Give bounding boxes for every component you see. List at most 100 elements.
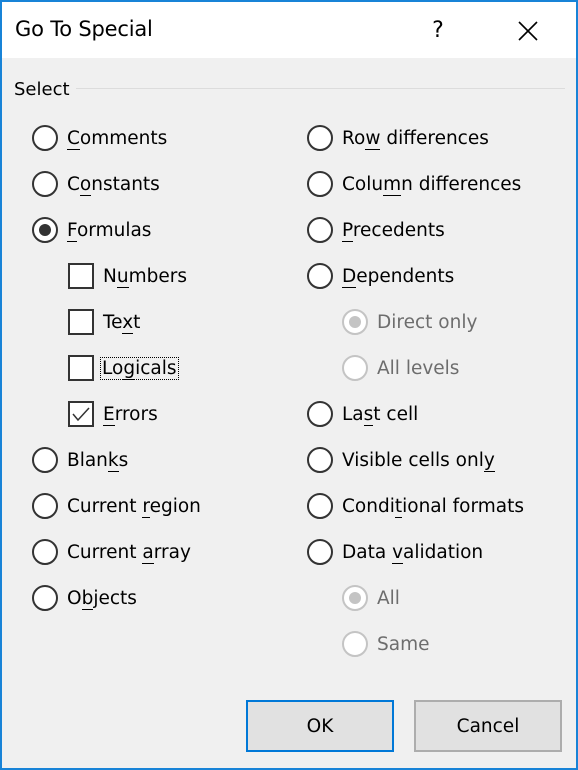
label-text: Same: [377, 633, 430, 655]
label-text: icals: [135, 357, 177, 379]
radio-unselected-icon[interactable]: [307, 401, 333, 427]
access-key: b: [81, 587, 94, 610]
title-bar[interactable]: Go To Special ?: [2, 2, 576, 58]
radio-option-column-differences[interactable]: Column differences: [307, 169, 521, 199]
label-text: Current: [67, 495, 143, 517]
access-key: P: [342, 219, 353, 242]
option-label: Visible cells only: [342, 449, 495, 472]
option-label: Constants: [67, 173, 160, 196]
option-label: Last cell: [342, 403, 418, 426]
access-key: C: [67, 127, 80, 150]
radio-unselected-icon[interactable]: [307, 125, 333, 151]
option-label: Row differences: [342, 127, 489, 150]
label-text: jects: [93, 587, 137, 609]
checkbox-unchecked-icon[interactable]: [68, 263, 94, 289]
option-label: Dependents: [342, 265, 455, 288]
option-label: Direct only: [377, 312, 477, 333]
radio-option-objects[interactable]: Objects: [32, 583, 137, 613]
label-text: C: [67, 173, 80, 195]
access-key: w: [365, 127, 381, 150]
label-text: recedents: [352, 219, 445, 241]
access-key: y: [483, 449, 495, 472]
radio-selected-icon[interactable]: [32, 217, 58, 243]
radio-unselected-icon[interactable]: [32, 447, 58, 473]
access-key: s: [363, 403, 374, 426]
access-key: a: [142, 541, 154, 564]
label-text: O: [67, 587, 82, 609]
option-label: Conditional formats: [342, 495, 525, 518]
option-label: Numbers: [103, 265, 187, 288]
access-key: o: [79, 173, 92, 196]
checkbox-checked-icon[interactable]: [68, 401, 94, 427]
access-key: m: [383, 173, 402, 196]
option-label: Data validation: [342, 541, 484, 564]
radio-option-comments[interactable]: Comments: [32, 123, 167, 153]
radio-option-formulas[interactable]: Formulas: [32, 215, 151, 245]
radio-unselected-icon[interactable]: [32, 125, 58, 151]
label-text: Colu: [342, 173, 384, 195]
label-text: alidation: [403, 541, 484, 563]
checkbox-option-text[interactable]: Text: [68, 307, 140, 337]
radio-unselected-icon[interactable]: [307, 539, 333, 565]
checkbox-option-numbers[interactable]: Numbers: [68, 261, 187, 291]
radio-selected-icon: [342, 585, 368, 611]
checkbox-unchecked-icon[interactable]: [68, 355, 94, 381]
radio-option-precedents[interactable]: Precedents: [307, 215, 445, 245]
dialog-title: Go To Special: [15, 17, 153, 41]
label-text: Ro: [342, 127, 366, 149]
label-text: All: [377, 587, 400, 609]
radio-option-data-validation[interactable]: Data validation: [307, 537, 483, 567]
label-text: Condi: [342, 495, 395, 517]
radio-selected-icon: [342, 309, 368, 335]
radio-unselected-icon[interactable]: [307, 263, 333, 289]
label-text: mbers: [128, 265, 187, 287]
access-key: u: [116, 265, 129, 288]
radio-option-dependents[interactable]: Dependents: [307, 261, 454, 291]
help-button[interactable]: ?: [416, 8, 460, 54]
close-icon: [518, 21, 538, 41]
label-text: rrors: [114, 403, 158, 425]
option-label: Precedents: [342, 219, 445, 242]
label-text: rray: [153, 541, 191, 563]
radio-option-row-differences[interactable]: Row differences: [307, 123, 489, 153]
access-key: F: [67, 219, 77, 242]
close-button[interactable]: [502, 8, 554, 54]
checkbox-unchecked-icon[interactable]: [68, 309, 94, 335]
checkbox-option-errors[interactable]: Errors: [68, 399, 158, 429]
radio-unselected-icon[interactable]: [307, 171, 333, 197]
option-label: Logicals: [100, 356, 179, 380]
label-text: Blan: [67, 449, 108, 471]
radio-option-current-array[interactable]: Current array: [32, 537, 191, 567]
option-label: Same: [377, 634, 429, 655]
label-text: s: [118, 449, 129, 471]
access-key: r: [142, 495, 150, 518]
radio-unselected-icon[interactable]: [307, 447, 333, 473]
radio-unselected-icon[interactable]: [307, 493, 333, 519]
access-key: E: [103, 403, 115, 426]
radio-option-last-cell[interactable]: Last cell: [307, 399, 418, 429]
radio-option-visible-cells-only[interactable]: Visible cells only: [307, 445, 495, 475]
radio-option-same: Same: [342, 629, 429, 659]
label-text: ional formats: [402, 495, 525, 517]
radio-unselected-icon[interactable]: [32, 171, 58, 197]
group-divider: [76, 88, 565, 89]
ok-button[interactable]: OK: [246, 700, 394, 752]
cancel-button[interactable]: Cancel: [414, 700, 562, 752]
radio-unselected-icon[interactable]: [307, 217, 333, 243]
radio-unselected-icon[interactable]: [32, 493, 58, 519]
radio-option-current-region[interactable]: Current region: [32, 491, 201, 521]
checkbox-option-logicals[interactable]: Logicals: [68, 353, 179, 383]
radio-option-blanks[interactable]: Blanks: [32, 445, 128, 475]
radio-option-conditional-formats[interactable]: Conditional formats: [307, 491, 524, 521]
option-label: All levels: [377, 358, 459, 379]
option-label: Formulas: [67, 219, 151, 242]
option-label: Errors: [103, 403, 158, 426]
option-label: Blanks: [67, 449, 129, 472]
radio-unselected-icon[interactable]: [32, 539, 58, 565]
radio-unselected-icon[interactable]: [32, 585, 58, 611]
label-text: La: [342, 403, 364, 425]
option-label: All: [377, 588, 400, 609]
radio-option-constants[interactable]: Constants: [32, 169, 160, 199]
label-text: ependents: [356, 265, 455, 287]
access-key: v: [392, 541, 404, 564]
